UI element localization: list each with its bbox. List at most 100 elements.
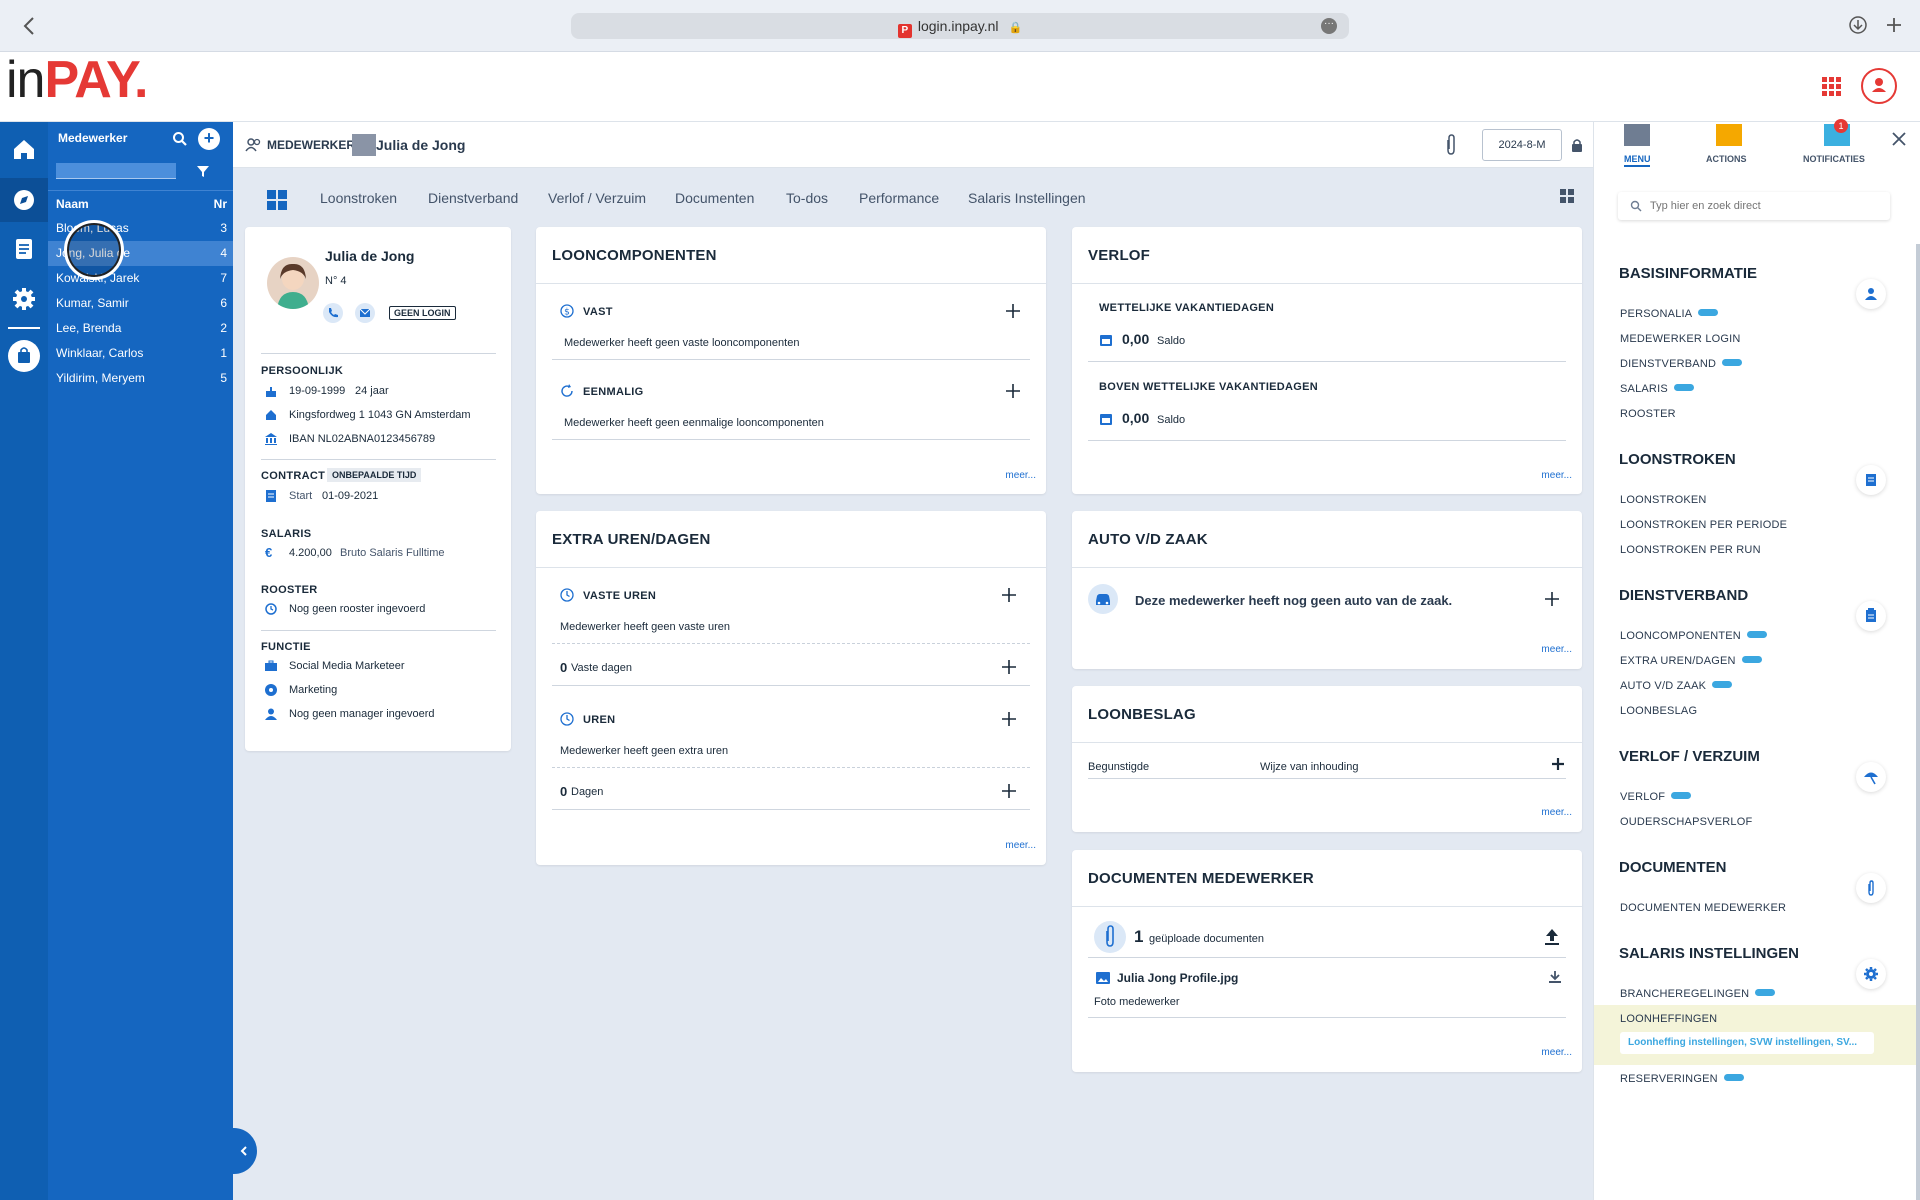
salaris-instellingen-section-button[interactable]: [1856, 959, 1886, 989]
employee-row[interactable]: Yildirim, Meryem 5: [48, 366, 233, 391]
employee-row[interactable]: Lee, Brenda 2: [48, 316, 233, 341]
employee-nr: 3: [220, 221, 227, 235]
tab-todos[interactable]: To-dos: [786, 190, 828, 206]
cursor-highlight: [64, 220, 124, 280]
collapse-panel-button[interactable]: [233, 1128, 257, 1174]
divider: [261, 630, 496, 631]
add-vaste-uren-icon[interactable]: [1001, 587, 1017, 603]
menu-tab-icon[interactable]: [1624, 124, 1650, 146]
tab-performance[interactable]: Performance: [859, 190, 939, 206]
menu-search-input[interactable]: [1650, 197, 1880, 215]
actions-tab-icon[interactable]: [1716, 124, 1742, 146]
menu-item-loonstroken[interactable]: LOONSTROKEN: [1620, 494, 1707, 506]
address-bar[interactable]: Plogin.inpay.nl 🔒: [571, 13, 1349, 39]
tab-notificaties[interactable]: NOTIFICATIES: [1803, 154, 1865, 164]
add-uren-icon[interactable]: [1001, 711, 1017, 727]
paperclip-icon[interactable]: [1444, 134, 1458, 156]
boven-value: 0,00: [1122, 410, 1150, 426]
menu-item-extra-uren[interactable]: EXTRA UREN/DAGEN: [1620, 655, 1762, 667]
add-eenmalig-icon[interactable]: [1005, 383, 1021, 399]
settings-gear-icon[interactable]: [9, 284, 39, 314]
new-tab-icon[interactable]: [1885, 16, 1903, 34]
compass-icon[interactable]: [9, 185, 39, 215]
employee-row[interactable]: Kumar, Samir 6: [48, 291, 233, 316]
menu-item-ouderschapsverlof[interactable]: OUDERSCHAPSVERLOF: [1620, 816, 1752, 828]
add-employee-button[interactable]: +: [198, 128, 220, 150]
more-icon[interactable]: ···: [1321, 18, 1337, 34]
phone-button[interactable]: [323, 303, 343, 323]
menu-item-loonheffingen[interactable]: LOONHEFFINGEN: [1620, 1013, 1717, 1025]
tab-dienstverband[interactable]: Dienstverband: [428, 190, 518, 206]
add-vaste-dagen-icon[interactable]: [1001, 659, 1017, 675]
lock-icon[interactable]: [1571, 138, 1583, 153]
tab-documenten[interactable]: Documenten: [675, 190, 754, 206]
tab-verlof-verzuim[interactable]: Verlof / Verzuim: [548, 190, 646, 206]
vaste-uren-heading: VASTE UREN: [583, 590, 657, 602]
loonstroken-section-button[interactable]: [1856, 465, 1886, 495]
meer-link[interactable]: meer...: [1541, 807, 1572, 818]
menu-item-brancheregelingen[interactable]: BRANCHEREGELINGEN: [1620, 988, 1776, 1000]
menu-item-rooster[interactable]: ROOSTER: [1620, 408, 1676, 420]
inpay-logo[interactable]: inPAY.: [6, 50, 149, 110]
dienstverband-section-button[interactable]: [1856, 601, 1886, 631]
upload-icon[interactable]: [1544, 928, 1560, 946]
tab-salaris-instellingen[interactable]: Salaris Instellingen: [968, 190, 1086, 206]
user-avatar-button[interactable]: [1861, 68, 1897, 104]
calendar-icon: [1100, 335, 1112, 346]
menu-item-documenten-medewerker[interactable]: DOCUMENTEN MEDEWERKER: [1620, 902, 1786, 914]
period-selector[interactable]: 2024-8-M: [1482, 129, 1562, 161]
tab-actions[interactable]: ACTIONS: [1706, 154, 1747, 164]
menu-item-dienstverband[interactable]: DIENSTVERBAND: [1620, 358, 1743, 370]
add-vast-icon[interactable]: [1005, 303, 1021, 319]
document-filename[interactable]: Julia Jong Profile.jpg: [1117, 971, 1238, 985]
meer-link[interactable]: meer...: [1005, 840, 1036, 851]
home-icon[interactable]: [9, 134, 39, 164]
vast-empty-text: Medewerker heeft geen vaste looncomponen…: [564, 337, 800, 349]
add-auto-icon[interactable]: [1544, 591, 1560, 607]
meer-link[interactable]: meer...: [1541, 644, 1572, 655]
apps-grid-icon[interactable]: [1822, 77, 1842, 97]
verlof-section-button[interactable]: [1856, 762, 1886, 792]
download-icon[interactable]: [1848, 15, 1868, 35]
euro-icon: €: [265, 545, 273, 560]
employee-filter-input[interactable]: [56, 163, 176, 179]
add-dagen-icon[interactable]: [1001, 783, 1017, 799]
shop-bag-button[interactable]: [8, 340, 40, 372]
loonheffingen-suggestion[interactable]: Loonheffing instellingen, SVW instelling…: [1620, 1032, 1874, 1054]
iban: IBAN NL02ABNA0123456789: [289, 433, 436, 445]
back-icon[interactable]: [22, 16, 36, 36]
person-section-button[interactable]: [1856, 279, 1886, 309]
menu-search-box[interactable]: [1618, 192, 1890, 220]
employee-row[interactable]: Winklaar, Carlos 1: [48, 341, 233, 366]
layout-grid-icon[interactable]: [1560, 189, 1574, 203]
filter-icon[interactable]: [196, 164, 210, 178]
meer-link[interactable]: meer...: [1541, 470, 1572, 481]
menu-item-loonstroken-per-periode[interactable]: LOONSTROKEN PER PERIODE: [1620, 519, 1787, 531]
menu-item-loonstroken-per-run[interactable]: LOONSTROKEN PER RUN: [1620, 544, 1761, 556]
menu-item-auto[interactable]: AUTO V/D ZAAK: [1620, 680, 1733, 692]
email-button[interactable]: [355, 303, 375, 323]
download-icon[interactable]: [1549, 970, 1561, 984]
meer-link[interactable]: meer...: [1005, 470, 1036, 481]
close-icon[interactable]: [1892, 132, 1906, 146]
menu-item-reserveringen[interactable]: RESERVERINGEN: [1620, 1073, 1744, 1085]
divider: [1088, 957, 1566, 958]
active-tab-underline: [1624, 165, 1650, 167]
divider: [1088, 440, 1566, 441]
menu-item-looncomponenten[interactable]: LOONCOMPONENTEN: [1620, 630, 1767, 642]
menu-item-personalia[interactable]: PERSONALIA: [1620, 308, 1719, 320]
document-list-icon[interactable]: [9, 234, 39, 264]
menu-item-salaris[interactable]: SALARIS: [1620, 383, 1694, 395]
meer-link[interactable]: meer...: [1541, 1047, 1572, 1058]
menu-item-verlof[interactable]: VERLOF: [1620, 791, 1692, 803]
menu-item-medewerker-login[interactable]: MEDEWERKER LOGIN: [1620, 333, 1741, 345]
dashboard-tab-icon[interactable]: [267, 190, 287, 210]
search-icon[interactable]: [172, 131, 188, 147]
menu-item-loonbeslag[interactable]: LOONBESLAG: [1620, 705, 1697, 717]
employee-nr: 7: [220, 271, 227, 285]
tab-menu[interactable]: MENU: [1624, 154, 1651, 164]
scrollbar[interactable]: [1916, 244, 1920, 1200]
tab-loonstroken[interactable]: Loonstroken: [320, 190, 397, 206]
documenten-section-button[interactable]: [1856, 873, 1886, 903]
add-beslag-icon[interactable]: [1552, 758, 1564, 770]
